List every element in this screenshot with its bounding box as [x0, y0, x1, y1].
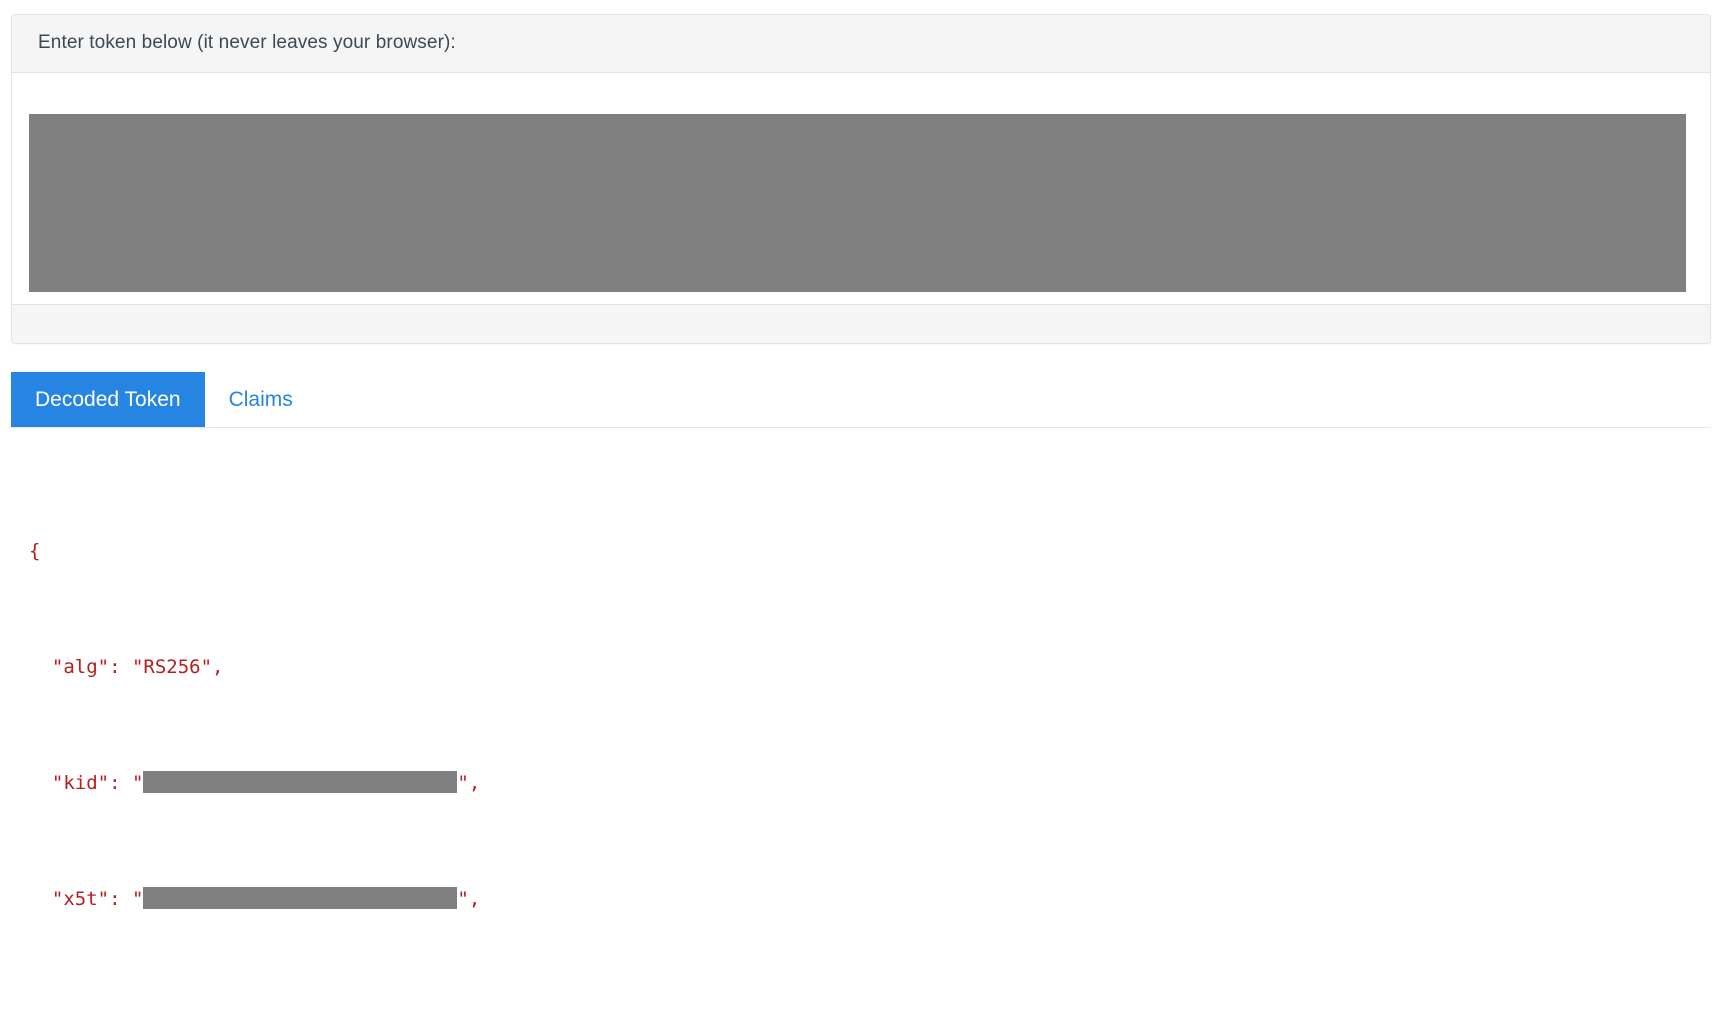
- decoder-tabs: Decoded Token Claims: [11, 372, 1711, 427]
- code-row-alg: "alg": "RS256",: [29, 653, 594, 682]
- decoded-token-panel: { "alg": "RS256", "kid": " ", "x5t": " ", …: [11, 427, 1711, 987]
- redaction-bar-x5t: [143, 887, 458, 909]
- value-kid: ": [131, 772, 144, 794]
- token-card-footer: [12, 303, 1710, 343]
- sep-alg: :: [109, 656, 132, 678]
- value-alg: "RS256": [131, 656, 213, 678]
- key-x5t: "x5t": [51, 888, 110, 910]
- redaction-bar-kid: [143, 771, 458, 793]
- token-textarea[interactable]: eyJhbGciOiJSUzI1NiIsImtpZCI6IjVnZ: [29, 85, 1693, 292]
- token-redaction-block: [29, 113, 1686, 292]
- code-row-kid: "kid": " ",: [29, 769, 594, 798]
- header-open-brace: {: [29, 540, 41, 562]
- jwt-decoder-page: Enter token below (it never leaves your …: [0, 0, 1723, 1012]
- code-row-header-open: {: [29, 537, 594, 566]
- tab-decoded-token[interactable]: Decoded Token: [11, 372, 205, 427]
- comma-kid: ",: [457, 772, 481, 794]
- key-kid: "kid": [51, 772, 110, 794]
- key-alg: "alg": [51, 656, 110, 678]
- comma-alg: ,: [212, 656, 224, 678]
- sep-kid: :: [109, 772, 132, 794]
- token-input-card: Enter token below (it never leaves your …: [11, 14, 1711, 344]
- code-row-x5t: "x5t": " ",: [29, 885, 594, 914]
- value-x5t: ": [131, 888, 144, 910]
- comma-x5t: ",: [457, 888, 481, 910]
- decoded-token-code: { "alg": "RS256", "kid": " ", "x5t": " ", …: [29, 450, 594, 987]
- sep-x5t: :: [109, 888, 132, 910]
- tab-claims[interactable]: Claims: [205, 372, 317, 427]
- token-input-label: Enter token below (it never leaves your …: [12, 15, 1710, 73]
- tab-decoded-token-label: Decoded Token: [35, 387, 181, 411]
- token-textarea-wrapper[interactable]: eyJhbGciOiJSUzI1NiIsImtpZCI6IjVnZ: [12, 72, 1710, 304]
- tab-claims-label: Claims: [228, 387, 293, 411]
